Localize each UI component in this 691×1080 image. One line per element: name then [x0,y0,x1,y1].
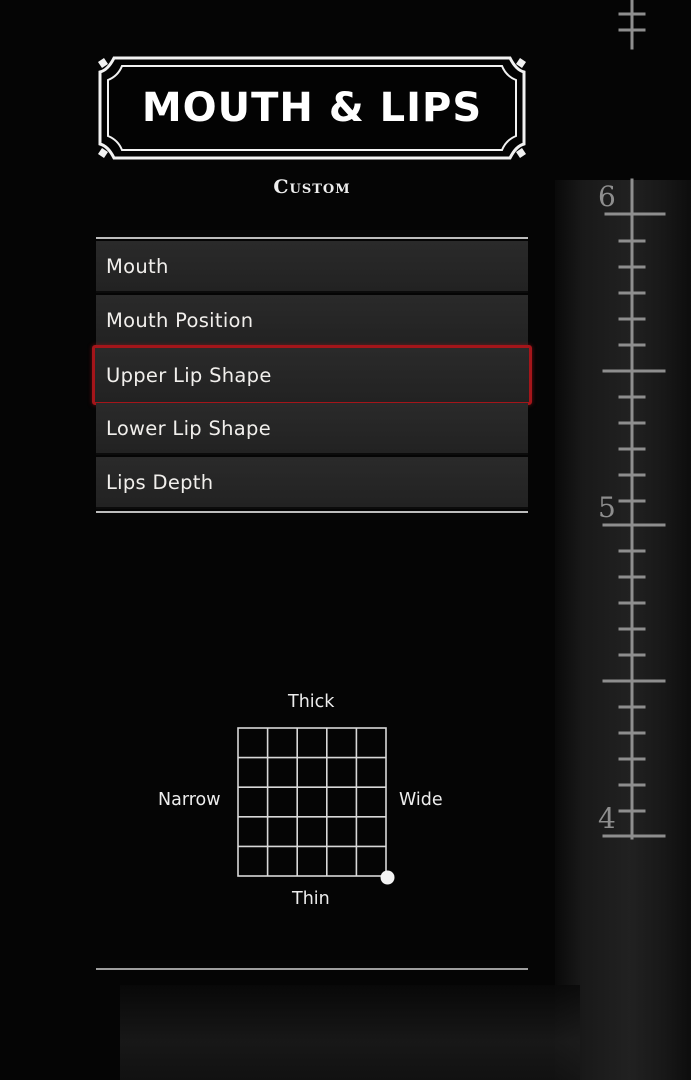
menu-bottom-divider [96,511,528,513]
panel-bottom-divider [96,968,528,970]
page-subtitle: Custom [273,176,351,198]
ruler-label-5: 5 [598,491,616,524]
ruler-ticks [602,0,666,840]
menu-item-mouth-position[interactable]: Mouth Position [96,295,528,347]
menu-item-label: Lower Lip Shape [106,416,272,440]
menu-item-label: Mouth Position [106,308,254,332]
ruler-label-4: 4 [598,802,616,835]
menu-item-mouth[interactable]: Mouth [96,241,528,293]
grid-lines [237,727,387,877]
menu-top-divider [96,237,528,239]
background-floor [120,985,580,1080]
grid-label-left: Narrow [158,790,221,810]
ruler-label-6: 6 [598,180,616,213]
menu-item-label: Upper Lip Shape [106,363,272,387]
menu-item-label: Mouth [106,254,169,278]
grid-label-top: Thick [288,692,335,712]
page-title: MOUTH & LIPS [141,85,483,131]
height-ruler: 6 5 4 [598,0,666,840]
menu-item-lower-lip-shape[interactable]: Lower Lip Shape [96,403,528,455]
menu-item-label: Lips Depth [106,470,214,494]
grid-label-right: Wide [399,790,443,810]
lip-shape-grid[interactable] [232,722,398,888]
grid-cursor-handle[interactable] [380,870,395,885]
grid-label-bottom: Thin [292,889,330,909]
menu-item-lips-depth[interactable]: Lips Depth [96,457,528,509]
header-plaque: MOUTH & LIPS [96,54,528,162]
menu-item-upper-lip-shape[interactable]: Upper Lip Shape [92,345,532,405]
